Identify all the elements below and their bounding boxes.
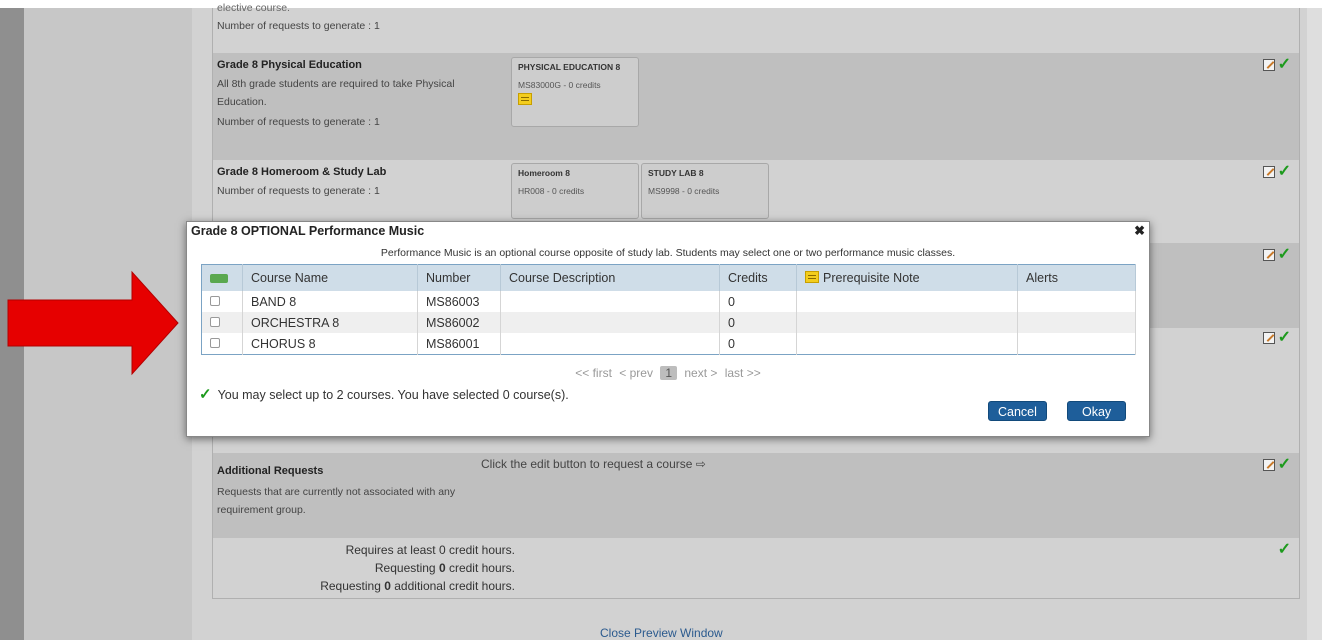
row-actions: ✓ xyxy=(1262,456,1291,473)
pagination: << first < prev 1 next > last >> xyxy=(187,366,1149,380)
row-actions: ✓ xyxy=(1262,56,1291,73)
course-description xyxy=(500,333,720,355)
cancel-button[interactable]: Cancel xyxy=(988,401,1047,421)
dialog-subtitle: Performance Music is an optional course … xyxy=(380,247,956,259)
requirement-row-pe: Grade 8 Physical Education All 8th grade… xyxy=(213,53,1299,160)
course-checkbox[interactable] xyxy=(201,333,243,355)
course-alerts xyxy=(1017,291,1136,312)
course-card[interactable]: STUDY LAB 8 MS9998 - 0 credits xyxy=(641,163,769,219)
edit-icon[interactable] xyxy=(1262,459,1275,471)
course-name: STUDY LAB 8 xyxy=(648,168,704,178)
course-credits: 0 xyxy=(719,333,797,355)
check-icon: ✓ xyxy=(199,386,212,403)
group-title: Additional Requests xyxy=(217,465,324,477)
course-credits: MS83000G - 0 credits xyxy=(518,80,601,90)
column-header[interactable]: Course Name xyxy=(242,264,418,291)
course-number: MS86001 xyxy=(417,333,501,355)
pager-next[interactable]: next > xyxy=(684,366,717,380)
requirement-row-additional: Additional Requests Requests that are cu… xyxy=(213,453,1299,538)
requirement-row-partial: elective course. Number of requests to g… xyxy=(213,2,1299,53)
prerequisite-note xyxy=(796,333,1018,355)
course-name: PHYSICAL EDUCATION 8 xyxy=(518,62,621,72)
course-checkbox[interactable] xyxy=(201,291,243,312)
table-row: CHORUS 8 MS86001 0 xyxy=(201,333,1136,355)
course-credits: 0 xyxy=(719,312,797,333)
red-arrow-icon xyxy=(7,270,179,376)
check-icon: ✓ xyxy=(1277,163,1291,180)
edit-hint: Click the edit button to request a cours… xyxy=(481,457,706,471)
course-checkbox[interactable] xyxy=(201,312,243,333)
table-header: Course Name Number Course Description Cr… xyxy=(201,264,1136,291)
select-all-icon[interactable] xyxy=(201,264,243,291)
course-credits: 0 xyxy=(719,291,797,312)
edit-icon[interactable] xyxy=(1262,166,1275,178)
course-credits: MS9998 - 0 credits xyxy=(648,186,720,196)
partial-description: elective course. xyxy=(217,2,290,14)
pager-last[interactable]: last >> xyxy=(725,366,761,380)
table-row: ORCHESTRA 8 MS86002 0 xyxy=(201,312,1136,333)
course-card[interactable]: PHYSICAL EDUCATION 8 MS83000G - 0 credit… xyxy=(511,57,639,127)
requests-count: Number of requests to generate : 1 xyxy=(217,116,380,128)
check-icon: ✓ xyxy=(1277,56,1291,73)
note-icon[interactable] xyxy=(518,93,532,105)
course-number: MS86002 xyxy=(417,312,501,333)
column-header[interactable]: Number xyxy=(417,264,501,291)
check-icon: ✓ xyxy=(1277,329,1291,346)
prerequisite-note xyxy=(796,312,1018,333)
course-credits: HR008 - 0 credits xyxy=(518,186,585,196)
course-name: BAND 8 xyxy=(242,291,418,312)
edit-icon[interactable] xyxy=(1262,249,1275,261)
okay-button[interactable]: Okay xyxy=(1067,401,1127,421)
requirement-row-homeroom: Grade 8 Homeroom & Study Lab Number of r… xyxy=(213,160,1299,220)
course-name: ORCHESTRA 8 xyxy=(242,312,418,333)
credit-summary: Requires at least 0 credit hours. Reques… xyxy=(213,538,1299,596)
course-card[interactable]: Homeroom 8 HR008 - 0 credits xyxy=(511,163,639,219)
course-selection-dialog: Grade 8 OPTIONAL Performance Music ✖ Per… xyxy=(186,221,1150,437)
check-icon: ✓ xyxy=(1277,456,1291,473)
prerequisite-note xyxy=(796,291,1018,312)
close-icon[interactable]: ✖ xyxy=(1134,223,1145,239)
column-header[interactable]: Course Description xyxy=(500,264,720,291)
table-row: BAND 8 MS86003 0 xyxy=(201,291,1136,312)
course-alerts xyxy=(1017,312,1136,333)
row-actions: ✓ xyxy=(1262,246,1291,263)
course-description xyxy=(500,312,720,333)
course-number: MS86003 xyxy=(417,291,501,312)
close-preview-link[interactable]: Close Preview Window xyxy=(600,626,723,640)
dialog-title: Grade 8 OPTIONAL Performance Music xyxy=(191,224,425,238)
column-header[interactable]: Credits xyxy=(719,264,797,291)
check-icon: ✓ xyxy=(1277,246,1291,263)
pager-first[interactable]: << first xyxy=(575,366,612,380)
check-icon: ✓ xyxy=(1277,541,1291,558)
row-actions: ✓ xyxy=(1262,329,1291,346)
right-gutter xyxy=(1307,8,1322,640)
pager-current-page[interactable]: 1 xyxy=(660,366,677,380)
group-description: Requests that are currently not associat… xyxy=(217,486,456,516)
requires-credits: Requires at least 0 credit hours. xyxy=(345,543,515,557)
course-table: Course Name Number Course Description Cr… xyxy=(201,264,1136,355)
selection-text: You may select up to 2 courses. You have… xyxy=(217,388,569,402)
selection-info: ✓ You may select up to 2 courses. You hav… xyxy=(199,385,569,403)
requesting-additional-credits: Requesting 0 additional credit hours. xyxy=(320,579,515,593)
group-title: Grade 8 Physical Education xyxy=(217,59,362,71)
requesting-credits: Requesting 0 credit hours. xyxy=(374,561,515,575)
row-actions: ✓ xyxy=(1262,163,1291,180)
pager-prev[interactable]: < prev xyxy=(619,366,653,380)
note-icon xyxy=(805,271,819,283)
edit-icon[interactable] xyxy=(1262,332,1275,344)
group-description: All 8th grade students are required to t… xyxy=(217,78,455,108)
course-name: Homeroom 8 xyxy=(518,168,570,178)
column-header-note[interactable]: Prerequisite Note xyxy=(796,264,1018,291)
column-header[interactable]: Alerts xyxy=(1017,264,1136,291)
edit-icon[interactable] xyxy=(1262,59,1275,71)
course-description xyxy=(500,291,720,312)
requests-count: Number of requests to generate : 1 xyxy=(217,20,380,32)
course-name: CHORUS 8 xyxy=(242,333,418,355)
course-alerts xyxy=(1017,333,1136,355)
